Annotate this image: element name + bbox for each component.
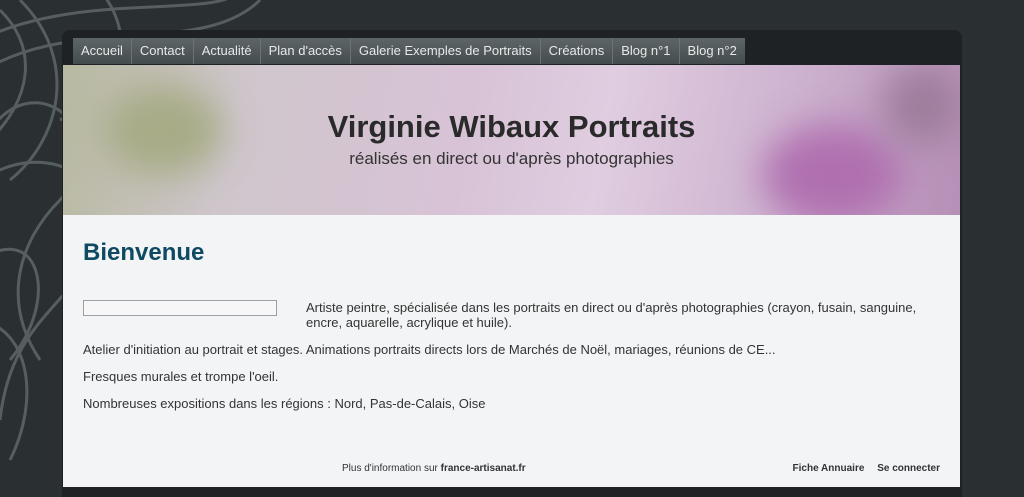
nav-item-accueil[interactable]: Accueil [73,38,132,64]
nav-item-contact[interactable]: Contact [132,38,194,64]
footer-info: Plus d'information sur france-artisanat.… [342,463,526,474]
bottom-bar [62,487,962,497]
image-placeholder [83,300,277,316]
site-header-banner: Virginie Wibaux Portraits réalisés en di… [63,65,960,215]
nav-item-galerie[interactable]: Galerie Exemples de Portraits [351,38,541,64]
footer-info-link[interactable]: france-artisanat.fr [441,463,526,474]
footer-links: Fiche Annuaire Se connecter [783,463,940,474]
paragraph-expositions: Nombreuses expositions dans les régions … [83,396,486,411]
main-nav: Accueil Contact Actualité Plan d'accès G… [73,38,745,64]
se-connecter-link[interactable]: Se connecter [877,463,940,474]
footer-info-prefix: Plus d'information sur [342,463,438,474]
site-subtitle: réalisés en direct ou d'après photograph… [349,149,674,168]
site-title: Virginie Wibaux Portraits [327,109,696,144]
page-frame: Accueil Contact Actualité Plan d'accès G… [62,30,962,497]
fiche-annuaire-link[interactable]: Fiche Annuaire [793,463,865,474]
paragraph-fresques: Fresques murales et trompe l'oeil. [83,369,279,384]
paragraph-atelier: Atelier d'initiation au portrait et stag… [83,342,776,357]
page-title: Bienvenue [83,239,205,266]
nav-item-plan-acces[interactable]: Plan d'accès [261,38,351,64]
nav-item-blog-2[interactable]: Blog n°2 [680,38,745,64]
nav-item-creations[interactable]: Créations [541,38,614,64]
nav-item-actualite[interactable]: Actualité [194,38,261,64]
main-content: Bienvenue Artiste peintre, spécialisée d… [63,215,960,487]
intro-paragraph: Artiste peintre, spécialisée dans les po… [306,300,917,330]
nav-item-blog-1[interactable]: Blog n°1 [613,38,680,64]
